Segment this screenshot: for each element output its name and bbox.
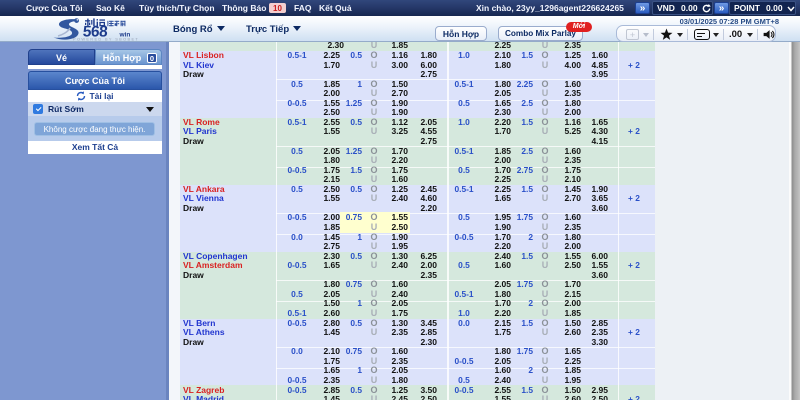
- svg-text:POWERED BY SBOBET: POWERED BY SBOBET: [73, 37, 139, 42]
